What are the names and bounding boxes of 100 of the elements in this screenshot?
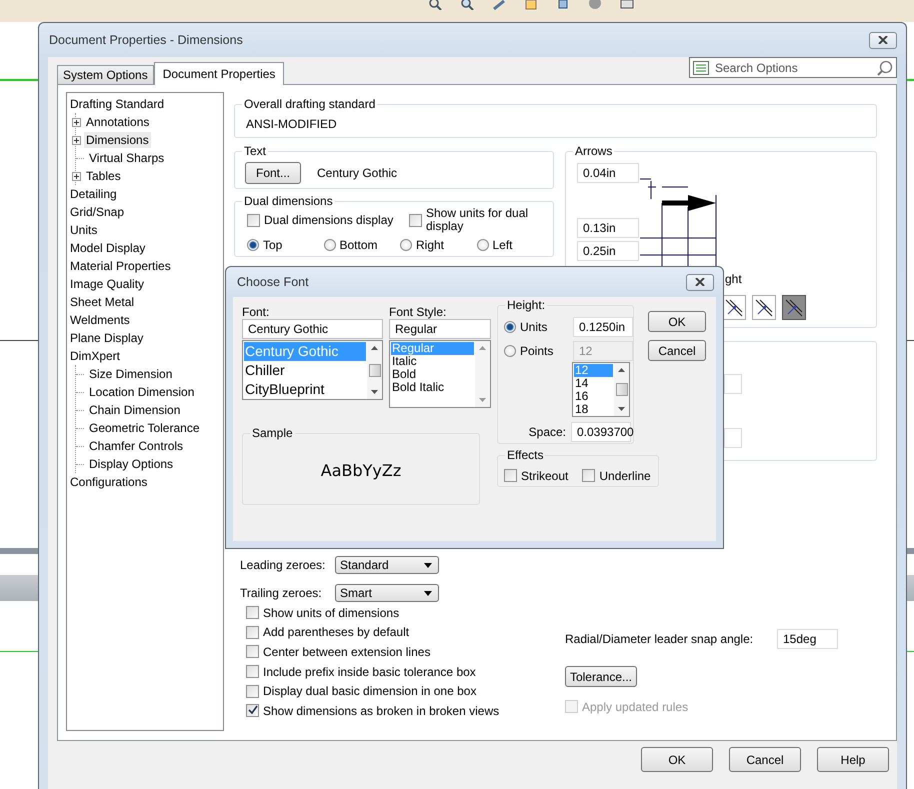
list-item[interactable]: Chiller — [244, 361, 366, 380]
input-field[interactable]: 15deg — [777, 629, 838, 649]
radio-label: Bottom — [340, 238, 378, 252]
checkbox-label: Add parentheses by default — [263, 625, 410, 640]
arrow-style-button[interactable] — [722, 295, 746, 320]
checkbox[interactable] — [246, 606, 259, 620]
close-button[interactable] — [686, 274, 714, 290]
radio-button[interactable] — [504, 321, 516, 333]
tree-item[interactable]: Virtual Sharps — [87, 150, 166, 166]
checkbox[interactable] — [504, 469, 517, 482]
tree-item[interactable]: Display Options — [87, 456, 176, 472]
input-field[interactable] — [724, 428, 742, 448]
list-item[interactable]: Italic — [391, 355, 474, 368]
dialog-button[interactable]: Cancel — [648, 340, 706, 361]
checkbox-label: Center between extension lines — [263, 644, 430, 659]
input-field[interactable]: 0.13in — [577, 218, 639, 238]
font-button[interactable]: Font... — [245, 162, 301, 184]
dropdown[interactable]: Standard — [335, 556, 439, 574]
dialog-button[interactable]: Help — [817, 747, 889, 772]
tree-item[interactable]: Weldments — [68, 312, 132, 328]
zoom-icon[interactable] — [460, 0, 474, 10]
checkbox-label: Underline — [599, 468, 651, 483]
input-field[interactable]: 0.25in — [577, 241, 639, 261]
scroll-up-icon[interactable] — [618, 368, 625, 372]
tree-item[interactable]: Annotations — [84, 114, 152, 130]
tree-item[interactable]: Model Display — [68, 240, 148, 256]
input-field[interactable]: 0.1250in — [573, 317, 633, 337]
list-item[interactable]: Bold — [391, 368, 474, 381]
checkbox[interactable] — [582, 469, 596, 482]
radio-label: Left — [492, 238, 513, 252]
tree-item[interactable]: Chain Dimension — [87, 402, 182, 418]
scrollbar[interactable] — [367, 341, 382, 399]
tree-item[interactable]: Grid/Snap — [68, 204, 126, 220]
scroll-up-icon[interactable] — [371, 346, 378, 350]
expand-icon[interactable] — [72, 118, 81, 126]
checkbox[interactable] — [246, 645, 259, 658]
tab[interactable]: Document Properties — [154, 62, 284, 85]
expand-icon[interactable] — [72, 172, 81, 180]
search-field[interactable]: Search Options — [713, 60, 873, 76]
checkbox[interactable] — [246, 626, 259, 639]
checkbox[interactable] — [246, 704, 259, 718]
tree-item[interactable]: Tables — [84, 168, 123, 184]
scroll-down-icon[interactable] — [618, 407, 625, 411]
radio-button[interactable] — [247, 239, 259, 251]
list-item[interactable]: 18 — [574, 403, 613, 416]
scrollbar[interactable] — [614, 363, 629, 416]
search-box[interactable]: Search Options — [689, 57, 897, 78]
zoom-icon[interactable] — [428, 0, 442, 10]
cube-icon[interactable] — [556, 0, 570, 10]
tree-item[interactable]: Image Quality — [68, 276, 146, 292]
tree-item[interactable]: Sheet Metal — [68, 294, 136, 310]
group-label: Arrows — [573, 144, 614, 158]
tree-item[interactable]: Drafting Standard — [68, 96, 166, 112]
tree-item[interactable]: Location Dimension — [87, 384, 196, 400]
scroll-down-icon[interactable] — [371, 390, 378, 394]
pencil-icon[interactable] — [492, 0, 506, 10]
tree-item[interactable]: Dimensions — [84, 132, 151, 148]
tree-item[interactable]: Size Dimension — [87, 366, 174, 382]
dialog-button[interactable]: OK — [648, 311, 706, 332]
checkbox[interactable] — [246, 684, 259, 698]
tree-item[interactable]: Plane Display — [68, 330, 146, 346]
checkbox[interactable] — [246, 665, 259, 678]
close-button[interactable] — [869, 32, 897, 48]
group-label: Height: — [505, 298, 548, 312]
list-item[interactable]: 14 — [574, 377, 613, 390]
tree-item[interactable]: Chamfer Controls — [87, 438, 186, 454]
input-field[interactable]: Regular — [389, 319, 491, 339]
sheet-icon[interactable] — [524, 0, 538, 10]
list-item[interactable]: Bold Italic — [391, 381, 474, 394]
group-label: Text — [242, 144, 268, 158]
dialog-button[interactable]: OK — [641, 747, 713, 772]
font-name: Century Gothic — [317, 166, 398, 180]
tree-item[interactable]: Configurations — [68, 474, 150, 490]
tolerance-button[interactable]: Tolerance... — [565, 666, 637, 687]
group-label: Sample — [250, 426, 295, 440]
standard-value: ANSI-MODIFIED — [246, 117, 337, 131]
monitor-icon[interactable] — [620, 0, 634, 10]
input-field[interactable] — [724, 374, 742, 394]
checkbox[interactable] — [409, 214, 422, 226]
radio-button[interactable] — [400, 239, 412, 251]
tree-item[interactable]: Units — [68, 222, 100, 238]
dialog-button[interactable]: Cancel — [729, 747, 801, 772]
radio-button[interactable] — [324, 239, 336, 251]
list-item[interactable]: 16 — [574, 390, 613, 403]
input-field[interactable]: 0.0393700 — [571, 422, 631, 442]
list-item[interactable]: CityBlueprint — [244, 380, 366, 399]
tree-item[interactable]: DimXpert — [68, 348, 122, 364]
tree-item[interactable]: Geometric Tolerance — [87, 420, 202, 436]
tree-item[interactable]: Detailing — [68, 186, 119, 202]
tree-item[interactable]: Material Properties — [68, 258, 173, 274]
tab[interactable]: System Options — [57, 65, 154, 84]
input-field[interactable]: Century Gothic — [242, 319, 383, 339]
input-field[interactable]: 0.04in — [577, 163, 639, 183]
expand-icon[interactable] — [72, 136, 81, 144]
radio-button[interactable] — [476, 239, 488, 251]
close-icon — [695, 278, 705, 286]
checkbox[interactable] — [247, 214, 260, 226]
partial-label: ght — [725, 272, 742, 286]
dropdown[interactable]: Smart — [335, 584, 439, 602]
arrow-style-button[interactable] — [752, 295, 776, 320]
